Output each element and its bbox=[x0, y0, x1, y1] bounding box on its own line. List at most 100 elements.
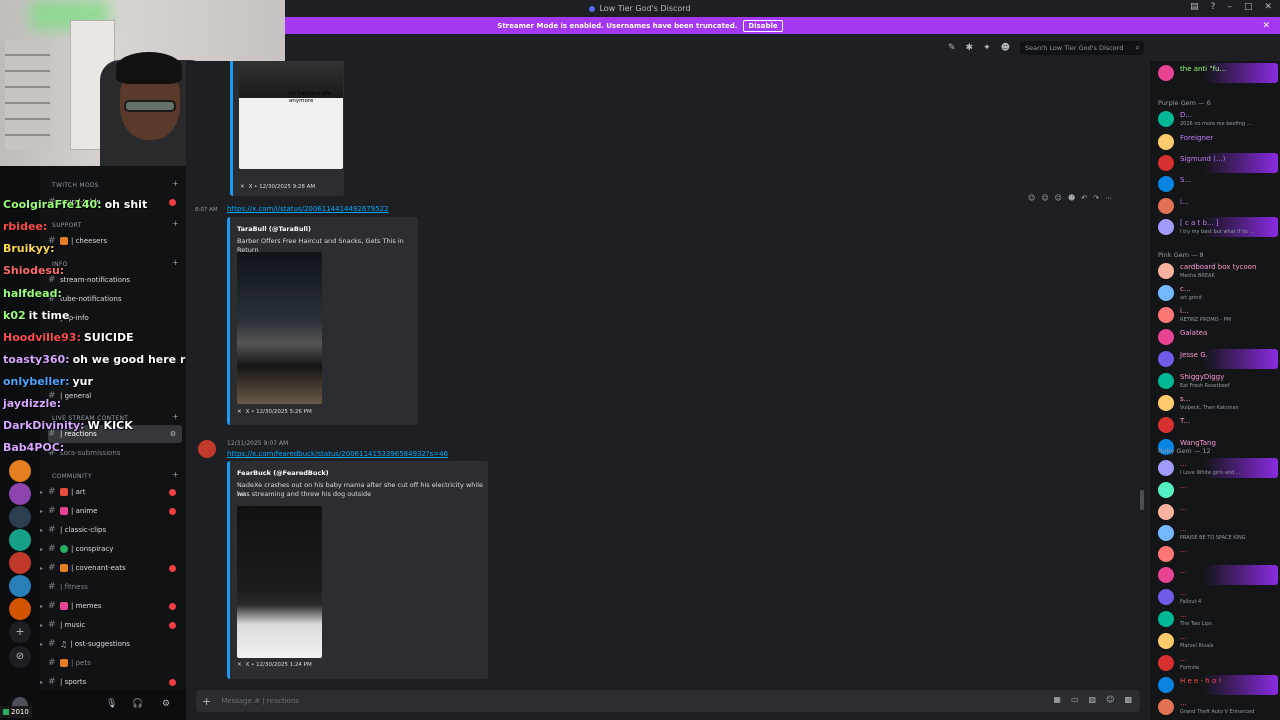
microphone-icon[interactable]: 🎙 bbox=[106, 699, 117, 709]
member-item[interactable]: Sigmund (...) bbox=[1154, 153, 1278, 173]
message-scrollbar[interactable] bbox=[1140, 490, 1144, 510]
member-item[interactable]: [ c a t b... ] I try my best but what if … bbox=[1154, 217, 1278, 237]
embed-video-thumbnail[interactable] bbox=[237, 252, 322, 404]
attach-plus-icon[interactable]: + bbox=[202, 695, 211, 708]
member-item[interactable]: ShiggyDiggy Eat Fresh Roastbeef bbox=[1154, 371, 1278, 391]
channel-settings-icon[interactable]: ⚙ bbox=[170, 430, 176, 438]
member-item[interactable]: cardboard box tycoon Mecha BREAK bbox=[1154, 261, 1278, 281]
expand-arrow-icon[interactable]: ▸ bbox=[40, 489, 48, 496]
channel-stream-notifications[interactable]: # stream-notifications bbox=[48, 271, 182, 289]
reaction-icon[interactable]: ☺ bbox=[1055, 194, 1062, 202]
channel-covenant-eats[interactable]: ▸ # | covenant-eats bbox=[40, 559, 182, 577]
channel-classic-clips[interactable]: ▸ # | classic-clips bbox=[40, 521, 182, 539]
more-options-icon[interactable]: ⋯ bbox=[1105, 194, 1112, 202]
expand-arrow-icon[interactable]: ▸ bbox=[40, 679, 48, 686]
add-reaction-icon[interactable]: ☻ bbox=[1068, 194, 1075, 202]
channel-sora-submissions[interactable]: # sora-submissions bbox=[48, 444, 182, 462]
channel-general[interactable]: # | general bbox=[48, 387, 182, 405]
channel-conspiracy[interactable]: ▸ # | conspiracy bbox=[40, 540, 182, 558]
server-icon[interactable] bbox=[9, 506, 31, 528]
search-input[interactable]: Search Low Tier God's Discord ⌕ bbox=[1020, 40, 1144, 55]
add-channel-icon[interactable]: + bbox=[172, 258, 179, 267]
close-window-icon[interactable]: ✕ bbox=[1264, 2, 1272, 12]
member-item[interactable]: Jesse G. bbox=[1154, 349, 1278, 369]
member-item[interactable]: D... 2026 no more me beefing ... bbox=[1154, 109, 1278, 129]
channel-art[interactable]: ▸ # | art bbox=[40, 483, 182, 501]
member-item[interactable]: ... I Love White girls and ... bbox=[1154, 458, 1278, 478]
expand-arrow-icon[interactable]: ▸ bbox=[40, 546, 48, 553]
channel-anime[interactable]: ▸ # | anime bbox=[40, 502, 182, 520]
user-avatar[interactable] bbox=[198, 440, 216, 458]
member-item[interactable]: ... PRAISE BE TO SPACE KING bbox=[1154, 523, 1278, 543]
member-item[interactable]: i... bbox=[1154, 196, 1278, 216]
channel-cheesers[interactable]: # | cheesers bbox=[48, 232, 182, 250]
reaction-icon[interactable]: ☺ bbox=[1041, 194, 1048, 202]
embed-author[interactable]: TaraBull (@TaraBull) bbox=[237, 225, 311, 233]
emoji-icon[interactable]: ☺ bbox=[1106, 695, 1114, 704]
member-item[interactable]: ... Marvel Rivals bbox=[1154, 631, 1278, 651]
member-item[interactable]: T... bbox=[1154, 415, 1278, 435]
member-item[interactable]: ... Grand Theft Auto V Enhanced bbox=[1154, 697, 1278, 717]
disable-streamer-mode-button[interactable]: Disable bbox=[743, 19, 783, 32]
threads-icon[interactable]: ✎ bbox=[948, 43, 956, 53]
member-item[interactable]: H e e - h o ! bbox=[1154, 675, 1278, 695]
add-channel-icon[interactable]: + bbox=[172, 470, 179, 479]
member-item[interactable]: ... Fallout 4 bbox=[1154, 587, 1278, 607]
server-icon[interactable] bbox=[9, 598, 31, 620]
expand-arrow-icon[interactable]: ▸ bbox=[40, 527, 48, 534]
server-icon[interactable] bbox=[9, 529, 31, 551]
member-item[interactable]: S... bbox=[1154, 174, 1278, 194]
message-link[interactable]: https://x.com/i/status/20061144144926795… bbox=[227, 205, 389, 213]
channel-sports[interactable]: ▸ # | sports bbox=[40, 673, 182, 690]
message-link[interactable]: https://x.com/fearedbuck/status/20061141… bbox=[227, 450, 448, 458]
channel-pets[interactable]: # | pets bbox=[48, 654, 182, 672]
member-item[interactable]: the anti "fu... bbox=[1154, 63, 1278, 83]
expand-arrow-icon[interactable]: ▸ bbox=[40, 565, 48, 572]
reply-icon[interactable]: ↶ bbox=[1081, 194, 1087, 202]
category-support[interactable]: SUPPORT bbox=[52, 222, 82, 229]
server-icon[interactable] bbox=[9, 575, 31, 597]
help-icon[interactable]: ? bbox=[1211, 2, 1216, 12]
member-item[interactable]: s... Vulpeck, Then Katsman bbox=[1154, 393, 1278, 413]
expand-arrow-icon[interactable]: ▸ bbox=[40, 508, 48, 515]
add-server-icon[interactable]: + bbox=[9, 621, 31, 643]
member-item[interactable]: ... Fortnite bbox=[1154, 653, 1278, 673]
embed-video-thumbnail[interactable] bbox=[237, 506, 322, 658]
gif-icon[interactable]: ▭ bbox=[1071, 695, 1079, 704]
member-item[interactable]: ... bbox=[1154, 544, 1278, 564]
expand-arrow-icon[interactable]: ▸ bbox=[40, 603, 48, 610]
server-icon[interactable] bbox=[9, 552, 31, 574]
member-item[interactable]: c... art grind bbox=[1154, 283, 1278, 303]
member-item[interactable]: Foreigner bbox=[1154, 132, 1278, 152]
user-settings-icon[interactable]: ⚙ bbox=[162, 699, 170, 709]
channel-fitness[interactable]: # | fitness bbox=[48, 578, 182, 596]
channel-memes[interactable]: ▸ # | memes bbox=[40, 597, 182, 615]
channel-ost-suggestions[interactable]: ▸ # ♫ | ost-suggestions bbox=[40, 635, 182, 653]
minimize-icon[interactable]: – bbox=[1227, 2, 1232, 12]
embed-image[interactable]: n't hangout ple anymore bbox=[239, 61, 343, 169]
add-channel-icon[interactable]: + bbox=[172, 412, 179, 421]
server-icon[interactable] bbox=[9, 483, 31, 505]
add-channel-icon[interactable]: + bbox=[172, 179, 179, 188]
server-icon[interactable] bbox=[9, 460, 31, 482]
member-item[interactable]: ... bbox=[1154, 502, 1278, 522]
headset-icon[interactable]: 🎧 bbox=[132, 699, 143, 709]
add-channel-icon[interactable]: + bbox=[172, 219, 179, 228]
channel-music[interactable]: ▸ # | music bbox=[40, 616, 182, 634]
notification-bell-icon[interactable]: ✱ bbox=[966, 43, 974, 53]
member-item[interactable]: ... bbox=[1154, 565, 1278, 585]
expand-arrow-icon[interactable]: ▸ bbox=[40, 622, 48, 629]
pin-icon[interactable]: ✦ bbox=[983, 43, 991, 53]
sticker-icon[interactable]: ▧ bbox=[1089, 695, 1097, 704]
channel-tube-notifications[interactable]: # tube-notifications bbox=[48, 290, 182, 308]
category-twitch-mods[interactable]: TWITCH MODS bbox=[52, 182, 99, 189]
discover-icon[interactable]: ⊘ bbox=[9, 646, 31, 668]
inbox-icon[interactable]: ▤ bbox=[1190, 2, 1199, 12]
apps-icon[interactable]: ▩ bbox=[1124, 695, 1132, 704]
embed-author[interactable]: FearBuck (@FearedBuck) bbox=[237, 469, 329, 477]
member-item[interactable]: i... RETINZ PROMO - PM bbox=[1154, 305, 1278, 325]
maximize-icon[interactable]: □ bbox=[1244, 2, 1253, 12]
expand-arrow-icon[interactable]: ▸ bbox=[40, 641, 48, 648]
gift-icon[interactable]: ▦ bbox=[1053, 695, 1061, 704]
category-community[interactable]: COMMUNITY bbox=[52, 473, 92, 480]
